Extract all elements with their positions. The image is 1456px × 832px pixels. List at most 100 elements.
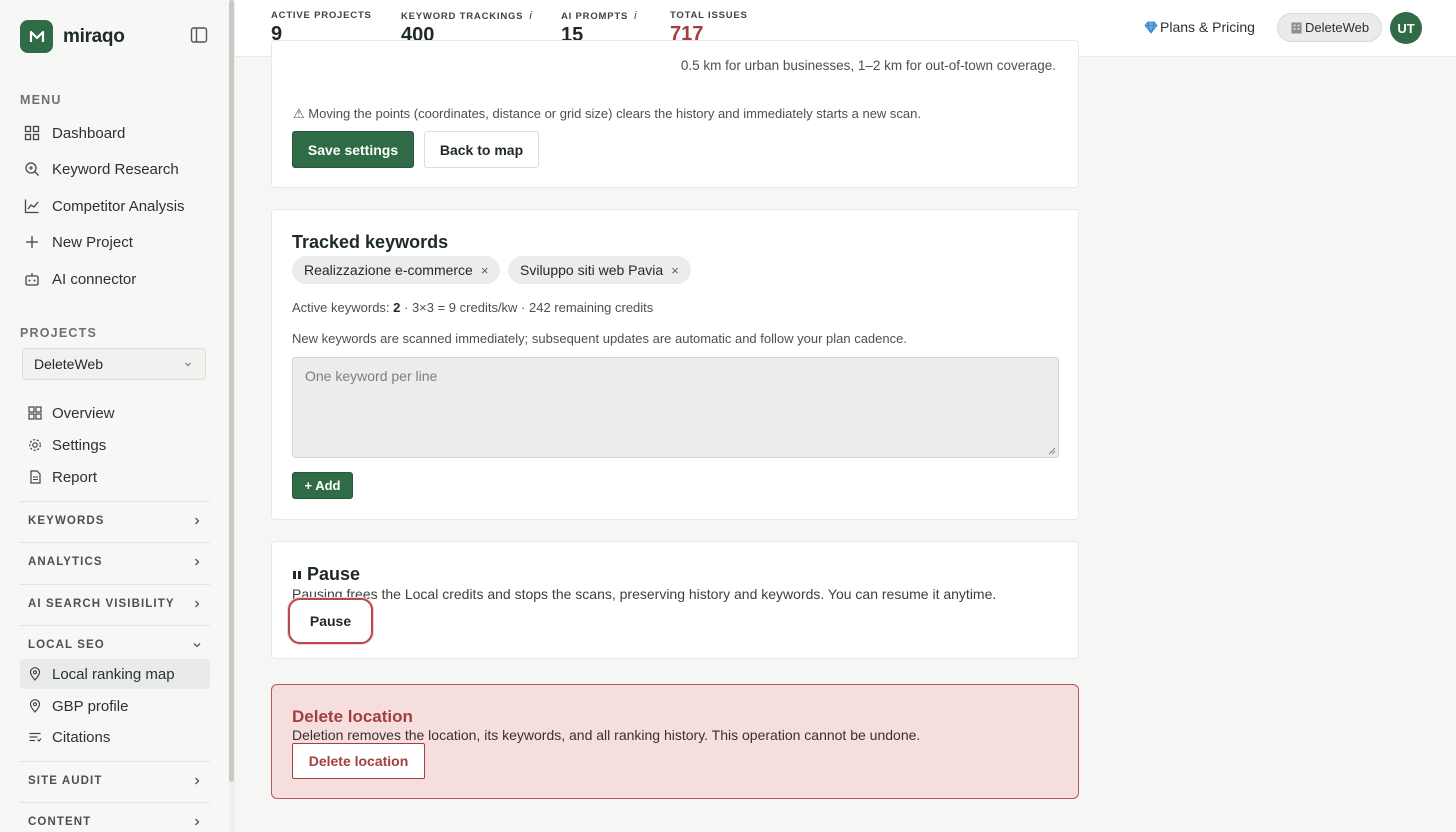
grid-icon bbox=[28, 406, 42, 420]
sidebar-group-label: SITE AUDIT bbox=[28, 774, 103, 787]
dashboard-icon bbox=[24, 125, 40, 141]
sidebar-item-label: AI connector bbox=[52, 270, 137, 288]
document-icon bbox=[30, 470, 41, 484]
delete-location-title: Delete location bbox=[292, 707, 413, 726]
keywords-textarea[interactable]: One keyword per line bbox=[292, 357, 1059, 458]
keyword-chip-label: Realizzazione e-commerce bbox=[304, 262, 473, 278]
search-icon bbox=[25, 162, 39, 176]
projects-label: PROJECTS bbox=[20, 326, 97, 340]
sidebar-toggle-icon[interactable] bbox=[190, 26, 210, 46]
stat-label: TOTAL ISSUES bbox=[670, 10, 748, 21]
sidebar-item-keyword-research[interactable]: Keyword Research bbox=[20, 154, 210, 184]
keywords-scan-note: New keywords are scanned immediately; su… bbox=[292, 331, 907, 346]
sidebar-group-analytics[interactable]: ANALYTICS bbox=[20, 542, 210, 580]
sidebar-item-gbp-profile[interactable]: GBP profile bbox=[20, 691, 210, 721]
sidebar-group-ai-search-visibility[interactable]: AI SEARCH VISIBILITY bbox=[20, 584, 210, 622]
tracked-keywords-title: Tracked keywords bbox=[292, 232, 449, 252]
active-keywords-summary: Active keywords: 2 · 3×3 = 9 credits/kw … bbox=[292, 300, 654, 315]
sidebar-item-label: Overview bbox=[52, 404, 115, 422]
chevron-right-icon bbox=[195, 558, 200, 565]
menu-label: MENU bbox=[20, 93, 62, 107]
avatar[interactable]: UT bbox=[1390, 12, 1422, 44]
chevron-right-icon bbox=[195, 600, 200, 607]
plus-icon bbox=[26, 236, 38, 248]
chevron-down-icon bbox=[193, 642, 201, 647]
sidebar-item-label: GBP profile bbox=[52, 697, 129, 715]
gear-icon bbox=[29, 439, 41, 451]
sidebar: miraqo MENU Dashboard Keyword Research C… bbox=[0, 0, 230, 832]
stat-label: KEYWORD TRACKINGS i bbox=[401, 10, 533, 22]
logo-icon bbox=[20, 20, 53, 53]
sidebar-item-competitor-analysis[interactable]: Competitor Analysis bbox=[20, 191, 210, 221]
plans-pricing-label: Plans & Pricing bbox=[1160, 19, 1255, 35]
sidebar-item-label: Citations bbox=[52, 728, 111, 746]
sidebar-item-local-ranking-map[interactable]: Local ranking map bbox=[20, 659, 210, 689]
sidebar-group-label: KEYWORDS bbox=[28, 514, 105, 527]
account-switcher[interactable]: DeleteWeb bbox=[1277, 13, 1383, 42]
sidebar-group-site-audit[interactable]: SITE AUDIT bbox=[20, 761, 210, 799]
sidebar-item-ai-connector[interactable]: AI connector bbox=[20, 264, 210, 294]
sidebar-item-label: Dashboard bbox=[52, 124, 126, 142]
sidebar-item-label: Report bbox=[52, 468, 98, 486]
keyword-chip-label: Sviluppo siti web Pavia bbox=[520, 262, 664, 278]
diamond-icon bbox=[1144, 21, 1158, 34]
stat-label: ACTIVE PROJECTS bbox=[271, 10, 372, 21]
remove-keyword-icon[interactable]: × bbox=[671, 263, 679, 278]
map-pin-icon bbox=[29, 699, 41, 713]
chevron-right-icon bbox=[195, 777, 200, 784]
sidebar-item-new-project[interactable]: New Project bbox=[20, 227, 210, 257]
building-icon bbox=[1291, 22, 1302, 34]
chart-line-icon bbox=[24, 199, 39, 214]
project-select[interactable]: DeleteWeb bbox=[22, 348, 206, 380]
pause-description: Pausing frees the Local credits and stop… bbox=[292, 586, 997, 602]
brand-name: miraqo bbox=[63, 25, 125, 47]
sidebar-item-settings[interactable]: Settings bbox=[20, 430, 210, 460]
keyword-chip: Realizzazione e-commerce × bbox=[292, 256, 501, 284]
sidebar-group-local-seo[interactable]: LOCAL SEO bbox=[20, 625, 210, 663]
keywords-textarea-placeholder: One keyword per line bbox=[305, 368, 438, 384]
remove-keyword-icon[interactable]: × bbox=[481, 263, 489, 278]
list-icon bbox=[29, 732, 42, 742]
back-to-map-button[interactable]: Back to map bbox=[424, 131, 539, 168]
scan-reset-warning: ⚠ Moving the points (coordinates, distan… bbox=[293, 106, 921, 121]
sidebar-scrollbar[interactable] bbox=[229, 0, 235, 832]
sidebar-item-overview[interactable]: Overview bbox=[20, 398, 210, 428]
brand[interactable]: miraqo bbox=[20, 20, 125, 53]
chevron-down-icon bbox=[185, 362, 191, 367]
delete-location-description: Deletion removes the location, its keywo… bbox=[292, 727, 921, 743]
scrollbar-thumb[interactable] bbox=[229, 0, 234, 782]
sidebar-group-label: CONTENT bbox=[28, 815, 92, 828]
project-select-value: DeleteWeb bbox=[34, 356, 104, 372]
delete-location-card: Delete location Deletion removes the loc… bbox=[271, 684, 1079, 799]
sidebar-item-label: New Project bbox=[52, 233, 133, 251]
location-settings-card: 0.5 km for urban businesses, 1–2 km for … bbox=[271, 40, 1079, 188]
sidebar-item-label: Local ranking map bbox=[52, 665, 175, 683]
save-settings-button[interactable]: Save settings bbox=[292, 131, 414, 168]
plans-pricing-link[interactable]: Plans & Pricing bbox=[1144, 19, 1255, 35]
info-icon[interactable]: i bbox=[634, 10, 637, 22]
sidebar-group-content[interactable]: CONTENT bbox=[20, 802, 210, 832]
grid-distance-hint: 0.5 km for urban businesses, 1–2 km for … bbox=[680, 58, 1056, 73]
add-keyword-button[interactable]: + Add bbox=[292, 472, 353, 499]
chevron-right-icon bbox=[195, 818, 200, 825]
info-icon[interactable]: i bbox=[529, 10, 532, 22]
sidebar-item-report[interactable]: Report bbox=[20, 462, 210, 492]
keyword-chip: Sviluppo siti web Pavia × bbox=[508, 256, 691, 284]
delete-location-button[interactable]: Delete location bbox=[292, 743, 425, 779]
sidebar-group-label: LOCAL SEO bbox=[28, 638, 105, 651]
robot-icon bbox=[25, 273, 39, 286]
sidebar-item-citations[interactable]: Citations bbox=[20, 722, 210, 752]
resize-handle-icon[interactable] bbox=[1048, 447, 1056, 455]
sidebar-group-keywords[interactable]: KEYWORDS bbox=[20, 501, 210, 539]
sidebar-item-dashboard[interactable]: Dashboard bbox=[20, 118, 210, 148]
tracked-keywords-card: Tracked keywords Realizzazione e-commerc… bbox=[271, 209, 1079, 520]
sidebar-item-label: Keyword Research bbox=[52, 160, 179, 178]
account-name: DeleteWeb bbox=[1305, 20, 1370, 35]
stat-label: AI PROMPTS i bbox=[561, 10, 638, 22]
sidebar-group-label: AI SEARCH VISIBILITY bbox=[28, 597, 175, 610]
pause-button[interactable]: Pause bbox=[288, 598, 373, 644]
map-pin-icon bbox=[29, 667, 41, 681]
chevron-right-icon bbox=[195, 517, 200, 524]
pause-title: Pause bbox=[292, 564, 360, 585]
sidebar-group-label: ANALYTICS bbox=[28, 555, 103, 568]
